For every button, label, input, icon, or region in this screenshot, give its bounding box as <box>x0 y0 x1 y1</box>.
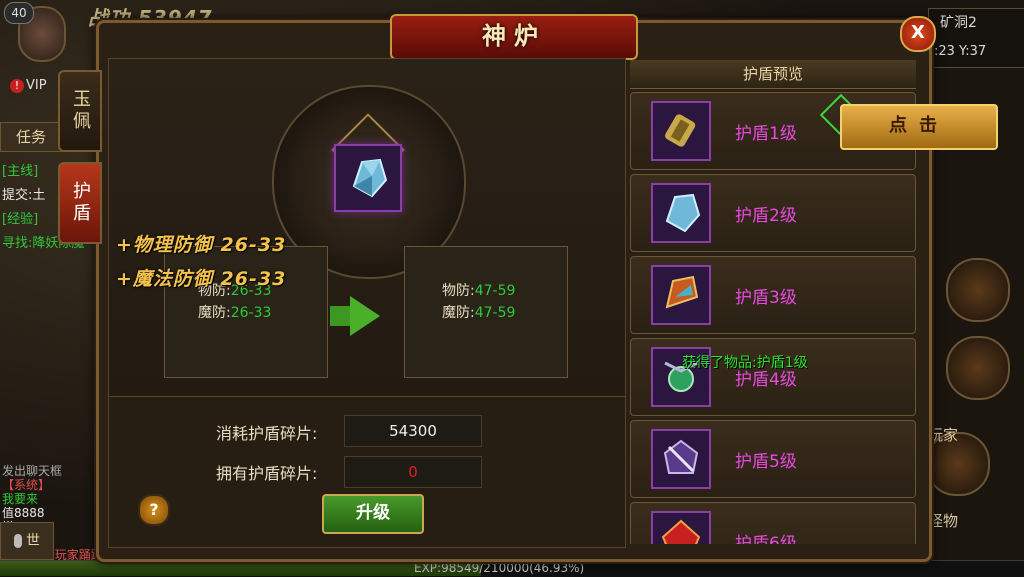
map-name: 矿洞2 <box>940 15 977 31</box>
shield-level-label: 护盾3级 <box>735 288 797 308</box>
target-players-label[interactable]: 玩家 <box>928 424 958 445</box>
current-shield-slot[interactable] <box>334 144 402 212</box>
shield-preview-header: 护盾预览 <box>630 60 916 89</box>
bonus-phys-def: +物理防御 26-33 <box>116 234 287 256</box>
help-button[interactable]: ? <box>138 494 170 526</box>
tab-shield[interactable]: 护盾 <box>58 162 102 244</box>
shield-level-item-2[interactable]: 护盾2级 <box>630 174 916 252</box>
exp-text: EXP:98549/210000(46.93%) <box>414 561 585 575</box>
map-coordinates: :23 Y:37 <box>934 44 987 59</box>
shield-lv2-icon <box>651 183 711 243</box>
shield-lv1-icon <box>651 101 711 161</box>
shield-crystal-icon <box>352 158 388 198</box>
shield-lv3-icon <box>651 265 711 325</box>
owned-label: 拥有护盾碎片: <box>216 464 318 483</box>
owned-value-field: 0 <box>344 456 482 488</box>
shield-level-item-3[interactable]: 护盾3级 <box>630 256 916 334</box>
vip-label: VIP <box>26 78 47 93</box>
upgrade-button[interactable]: 升级 <box>322 494 424 534</box>
next-magic-def: 魔防:47-59 <box>442 305 516 321</box>
cost-label: 消耗护盾碎片: <box>216 424 318 443</box>
shield-level-label: 护盾6级 <box>735 534 797 544</box>
item-acquired-toast: 获得了物品:护盾1级 <box>682 355 808 371</box>
panel-title: 神炉 <box>390 14 638 60</box>
shield-level-item-5[interactable]: 护盾5级 <box>630 420 916 498</box>
quest-tab[interactable]: 任务 <box>0 122 62 152</box>
upgrade-arrow-icon <box>350 296 380 336</box>
next-phys-def: 物防:47-59 <box>442 283 516 299</box>
shield-preview-list[interactable]: 护盾1级 护盾2级 护盾3级 护盾4级 护盾5级 护盾6级 <box>630 92 916 544</box>
tab-jade-pendant[interactable]: 玉佩 <box>58 70 102 152</box>
close-button[interactable]: X <box>900 16 936 52</box>
voice-chat-label: 世 <box>26 533 40 549</box>
voice-chat-button[interactable]: 世 <box>0 522 54 560</box>
skill-button-1[interactable] <box>946 258 1010 322</box>
bonus-magic-def: +魔法防御 26-33 <box>116 268 287 290</box>
tutorial-click-button[interactable]: 点击 <box>840 104 998 150</box>
shield-level-item-4[interactable]: 护盾4级 <box>630 338 916 416</box>
skill-button-2[interactable] <box>946 336 1010 400</box>
upgrade-arrow-stem <box>330 306 350 326</box>
shield-level-label: 护盾5级 <box>735 452 797 472</box>
shield-level-label: 护盾2级 <box>735 206 797 226</box>
cost-value-field: 54300 <box>344 415 482 447</box>
shield-level-label: 护盾1级 <box>735 124 797 144</box>
current-magic-def: 魔防:26-33 <box>198 305 272 321</box>
shield-level-item-6[interactable]: 护盾6级 <box>630 502 916 544</box>
shield-lv5-icon <box>651 429 711 489</box>
exp-bar-fill <box>0 561 481 576</box>
player-level-badge: 40 <box>4 2 34 24</box>
microphone-icon <box>14 534 22 548</box>
quest-line[interactable]: 提交:土 <box>2 184 45 203</box>
target-monsters-label[interactable]: 怪物 <box>928 510 958 531</box>
shield-lv6-icon <box>651 511 711 544</box>
quest-line[interactable]: [经验] <box>2 208 38 227</box>
vip-alert-icon: ! <box>10 79 24 93</box>
quest-line[interactable]: [主线] <box>2 160 38 179</box>
vip-indicator[interactable]: ! VIP <box>10 78 47 93</box>
